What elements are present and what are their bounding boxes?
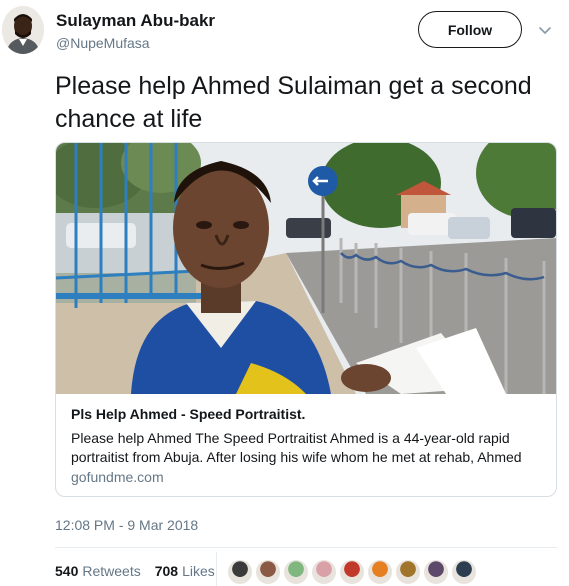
- likes-stat[interactable]: 708 Likes: [155, 563, 215, 579]
- liker-avatar[interactable]: [339, 559, 365, 585]
- follow-button[interactable]: Follow: [418, 11, 522, 48]
- tweet-text: Please help Ahmed Sulaiman get a second …: [55, 72, 532, 133]
- author-avatar[interactable]: [2, 6, 44, 54]
- liker-avatar[interactable]: [395, 559, 421, 585]
- card-description: Please help Ahmed The Speed Portraitist …: [71, 430, 522, 465]
- likes-label: Likes: [182, 563, 215, 579]
- chevron-down-icon[interactable]: [537, 22, 553, 38]
- author-handle[interactable]: @NupeMufasa: [56, 35, 150, 51]
- divider: [55, 547, 557, 548]
- card-image[interactable]: [56, 143, 556, 394]
- stats-separator: [216, 552, 217, 586]
- author-name[interactable]: Sulayman Abu-bakr: [56, 11, 215, 31]
- retweets-stat[interactable]: 540 Retweets: [55, 563, 141, 579]
- card-title[interactable]: Pls Help Ahmed - Speed Portraitist.: [71, 406, 305, 422]
- liker-avatars: [227, 559, 477, 585]
- liker-avatar[interactable]: [311, 559, 337, 585]
- tweet-stats: 540 Retweets 708 Likes: [55, 563, 223, 579]
- likes-count: 708: [154, 563, 179, 579]
- liker-avatar[interactable]: [451, 559, 477, 585]
- tweet-timestamp[interactable]: 12:08 PM - 9 Mar 2018: [55, 517, 198, 533]
- card-domain: gofundme.com: [71, 469, 164, 485]
- liker-avatar[interactable]: [255, 559, 281, 585]
- liker-avatar[interactable]: [367, 559, 393, 585]
- retweets-count: 540: [55, 563, 79, 579]
- link-card[interactable]: Pls Help Ahmed - Speed Portraitist. Plea…: [55, 142, 557, 497]
- liker-avatar[interactable]: [227, 559, 253, 585]
- liker-avatar[interactable]: [283, 559, 309, 585]
- liker-avatar[interactable]: [423, 559, 449, 585]
- retweets-label: Retweets: [82, 563, 141, 579]
